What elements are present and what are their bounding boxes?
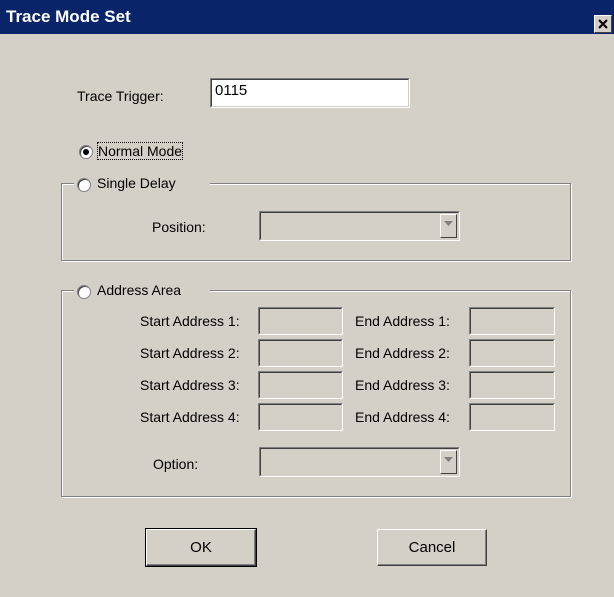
title-bar[interactable]: Trace Mode Set <box>0 0 614 34</box>
normal-mode-label[interactable]: Normal Mode <box>96 142 184 160</box>
end-address-4-label: End Address 4: <box>355 409 450 425</box>
position-dropdown-button[interactable] <box>440 214 457 238</box>
ok-button[interactable]: OK <box>145 528 257 567</box>
start-address-3-label: Start Address 3: <box>140 377 240 393</box>
close-icon <box>598 19 608 29</box>
position-combobox[interactable] <box>259 211 460 241</box>
chevron-down-icon <box>444 221 453 226</box>
position-label: Position: <box>152 219 206 235</box>
start-address-4-label: Start Address 4: <box>140 409 240 425</box>
address-area-label[interactable]: Address Area <box>97 282 181 298</box>
start-address-2-field[interactable] <box>258 339 343 367</box>
option-dropdown-button[interactable] <box>440 450 457 474</box>
trace-trigger-label: Trace Trigger: <box>77 88 164 104</box>
start-address-1-label: Start Address 1: <box>140 313 240 329</box>
end-address-4-field[interactable] <box>469 403 555 431</box>
chevron-down-icon <box>444 457 453 462</box>
end-address-2-label: End Address 2: <box>355 345 450 361</box>
end-address-3-field[interactable] <box>469 371 555 399</box>
window-title: Trace Mode Set <box>6 7 131 26</box>
cancel-button-label: Cancel <box>408 539 456 556</box>
trace-trigger-value: 0115 <box>215 82 248 99</box>
close-button[interactable] <box>594 15 612 33</box>
end-address-3-label: End Address 3: <box>355 377 450 393</box>
start-address-4-field[interactable] <box>258 403 343 431</box>
start-address-3-field[interactable] <box>258 371 343 399</box>
start-address-1-field[interactable] <box>258 307 343 335</box>
start-address-2-label: Start Address 2: <box>140 345 240 361</box>
single-delay-radio[interactable] <box>77 178 91 192</box>
single-delay-legend: Single Delay <box>74 174 210 194</box>
option-label: Option: <box>153 456 199 472</box>
single-delay-label[interactable]: Single Delay <box>97 175 176 191</box>
address-area-legend: Address Area <box>74 281 210 301</box>
radio-selected-dot <box>83 149 89 155</box>
trace-trigger-input[interactable]: 0115 <box>210 78 410 108</box>
end-address-2-field[interactable] <box>469 339 555 367</box>
end-address-1-label: End Address 1: <box>355 313 450 329</box>
option-combobox[interactable] <box>259 447 460 477</box>
ok-button-label: OK <box>190 539 212 556</box>
trace-mode-dialog: Trace Mode Set Trace Trigger: 0115 Norma… <box>0 0 614 597</box>
normal-mode-radio[interactable] <box>79 145 93 159</box>
cancel-button[interactable]: Cancel <box>377 529 487 566</box>
end-address-1-field[interactable] <box>469 307 555 335</box>
address-area-radio[interactable] <box>77 285 91 299</box>
